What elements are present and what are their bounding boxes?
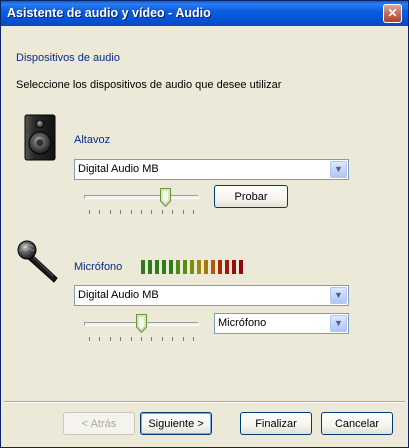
level-meter-segment xyxy=(197,260,201,274)
level-meter-segment xyxy=(204,260,208,274)
chevron-down-icon[interactable]: ▼ xyxy=(330,315,347,332)
slider-tick xyxy=(99,210,100,214)
finish-button[interactable]: Finalizar xyxy=(240,412,312,435)
slider-tick xyxy=(89,337,90,341)
speaker-device-select[interactable]: Digital Audio MB ▼ xyxy=(74,159,349,180)
input-source-select[interactable]: Micrófono ▼ xyxy=(214,313,349,334)
level-meter-segment xyxy=(183,260,187,274)
title-bar[interactable]: Asistente de audio y vídeo - Audio ✕ xyxy=(1,1,408,26)
microphone-volume-slider[interactable] xyxy=(136,314,147,334)
slider-tick xyxy=(120,337,121,341)
level-meter-segment xyxy=(141,260,145,274)
instruction-text: Seleccione los dispositivos de audio que… xyxy=(16,79,282,91)
speaker-volume-slider[interactable] xyxy=(159,188,171,208)
level-meter-segment xyxy=(169,260,173,274)
microphone-device-select[interactable]: Digital Audio MB ▼ xyxy=(74,285,349,306)
microphone-volume-ticks xyxy=(89,337,194,341)
level-meter-segment xyxy=(218,260,222,274)
chevron-down-icon[interactable]: ▼ xyxy=(330,287,347,304)
level-meter-segment xyxy=(211,260,215,274)
level-meter-segment xyxy=(239,260,243,274)
level-meter-segment xyxy=(176,260,180,274)
audio-video-wizard-window: Asistente de audio y vídeo - Audio ✕ Dis… xyxy=(0,0,409,448)
speaker-device-value: Digital Audio MB xyxy=(78,163,159,175)
speaker-volume-track[interactable] xyxy=(84,195,199,199)
slider-tick xyxy=(172,337,173,341)
level-meter-segment xyxy=(155,260,159,274)
level-meter-segment xyxy=(148,260,152,274)
slider-tick xyxy=(141,337,142,341)
slider-tick xyxy=(193,337,194,341)
slider-tick xyxy=(172,210,173,214)
level-meter-segment xyxy=(225,260,229,274)
next-button[interactable]: Siguiente > xyxy=(140,412,212,435)
back-button[interactable]: < Atrás xyxy=(63,412,135,435)
slider-tick xyxy=(183,210,184,214)
slider-tick xyxy=(151,210,152,214)
slider-tick xyxy=(131,210,132,214)
microphone-icon xyxy=(15,238,63,284)
microphone-device-value: Digital Audio MB xyxy=(78,289,159,301)
slider-tick xyxy=(162,337,163,341)
close-button[interactable]: ✕ xyxy=(383,4,402,23)
level-meter-segment xyxy=(232,260,236,274)
level-meter-segment xyxy=(162,260,166,274)
slider-tick xyxy=(110,337,111,341)
slider-tick xyxy=(131,337,132,341)
slider-tick xyxy=(183,337,184,341)
slider-tick xyxy=(141,210,142,214)
chevron-down-icon[interactable]: ▼ xyxy=(330,161,347,178)
slider-tick xyxy=(110,210,111,214)
slider-tick xyxy=(99,337,100,341)
level-meter-segment xyxy=(190,260,194,274)
microphone-label: Micrófono xyxy=(74,261,123,273)
input-source-value: Micrófono xyxy=(218,317,267,329)
slider-tick xyxy=(151,337,152,341)
window-title: Asistente de audio y vídeo - Audio xyxy=(7,6,211,20)
slider-tick xyxy=(162,210,163,214)
close-icon: ✕ xyxy=(387,6,398,20)
cancel-button[interactable]: Cancelar xyxy=(321,412,393,435)
section-title: Dispositivos de audio xyxy=(16,52,120,64)
footer-divider xyxy=(4,401,405,403)
slider-tick xyxy=(89,210,90,214)
speaker-volume-ticks xyxy=(89,210,194,214)
speaker-icon xyxy=(23,114,57,162)
slider-tick xyxy=(120,210,121,214)
test-button[interactable]: Probar xyxy=(214,185,288,208)
speaker-label: Altavoz xyxy=(74,134,111,146)
slider-tick xyxy=(193,210,194,214)
